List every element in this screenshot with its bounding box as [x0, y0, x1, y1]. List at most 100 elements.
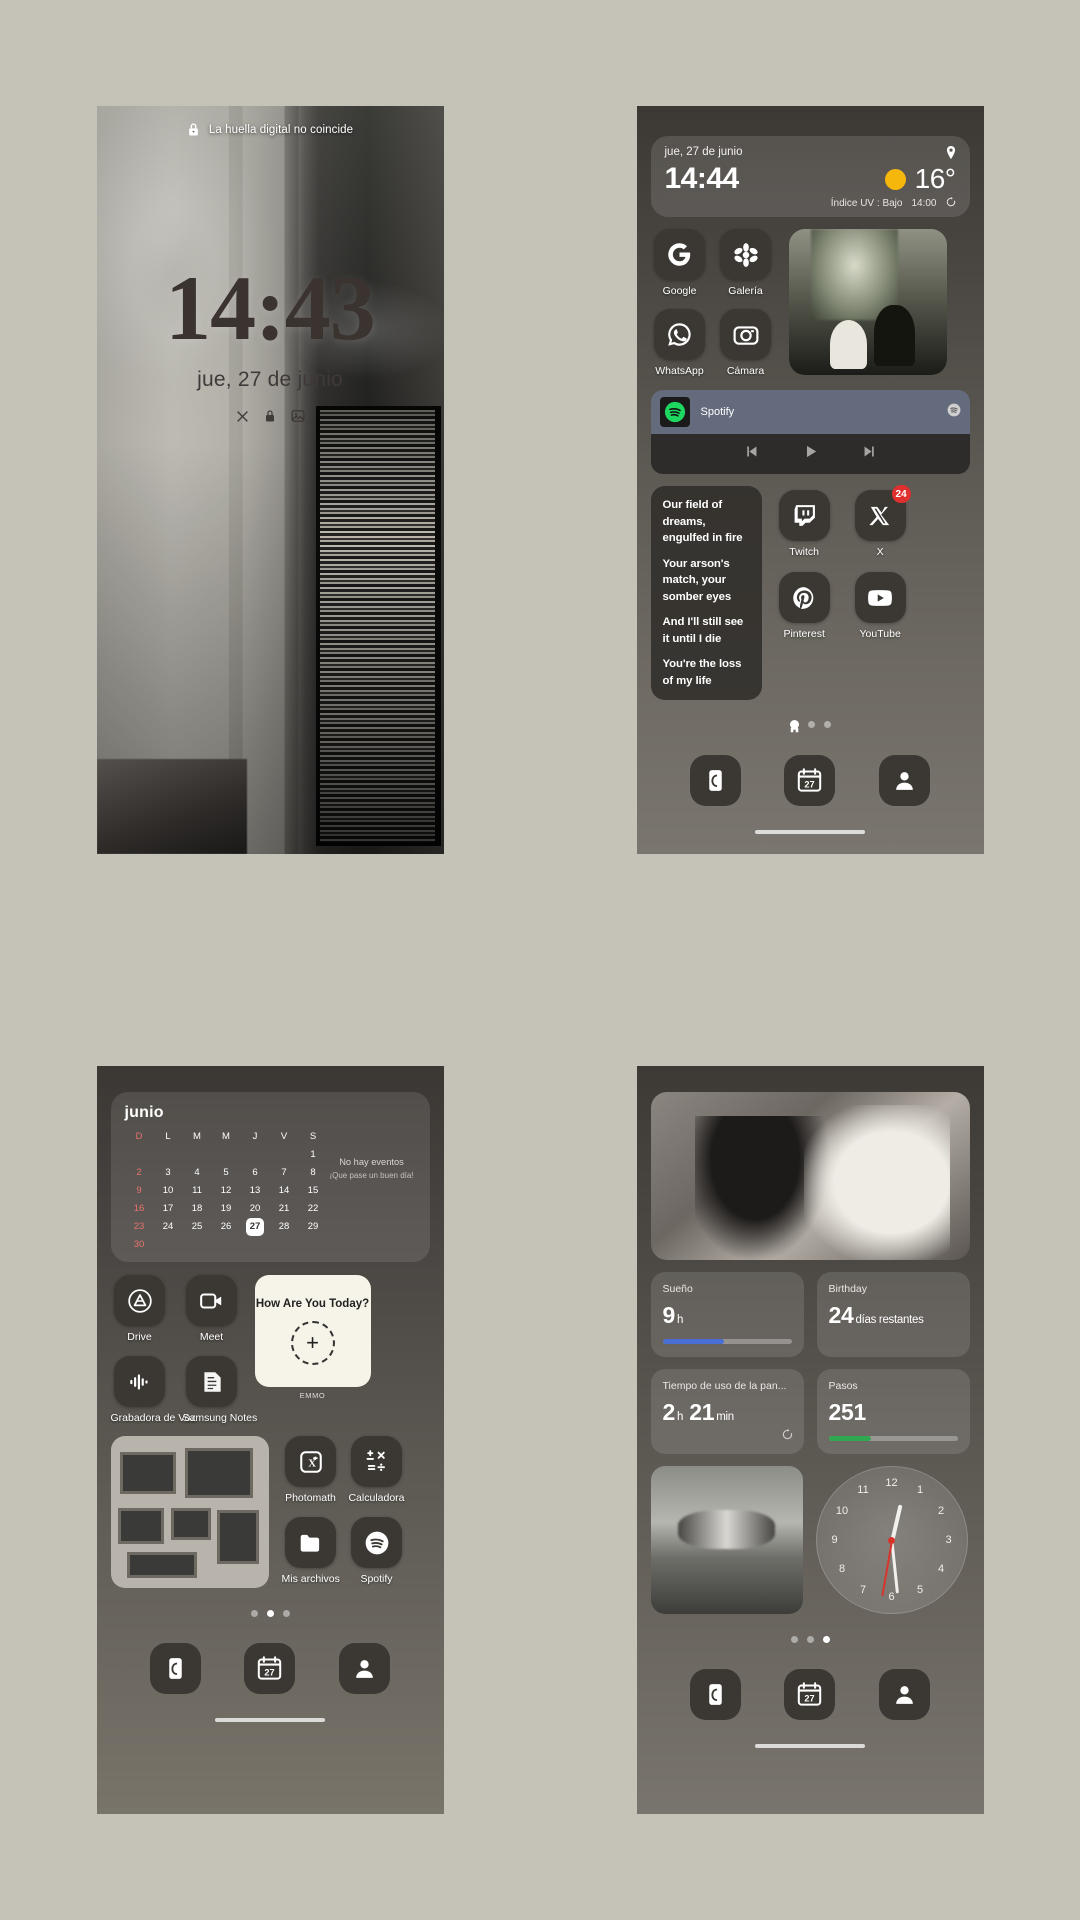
app-photomath[interactable]: X Photomath — [282, 1436, 340, 1504]
clock-number: 10 — [835, 1504, 849, 1517]
home-gesture-pill[interactable] — [755, 830, 865, 835]
widget-unit: h — [677, 1411, 684, 1423]
app-mis-archivos[interactable]: Mis archivos — [282, 1517, 340, 1585]
home-gesture-pill[interactable] — [215, 1718, 325, 1723]
steps-widget[interactable]: Pasos 251 — [816, 1369, 970, 1454]
spotify-icon[interactable] — [351, 1517, 402, 1569]
camera-icon[interactable] — [720, 309, 771, 360]
contacts-icon[interactable] — [338, 1643, 390, 1695]
app-meet[interactable]: Meet — [183, 1275, 241, 1343]
page-dot-home[interactable] — [789, 720, 799, 733]
birthday-widget[interactable]: Birthday 24 días restantes — [816, 1272, 970, 1357]
page-indicator[interactable] — [651, 720, 970, 733]
x-icon[interactable] — [236, 410, 249, 423]
app-spotify[interactable]: Spotify — [348, 1517, 406, 1585]
youtube-icon[interactable] — [854, 572, 906, 623]
app-youtube[interactable]: YouTube — [851, 572, 909, 640]
folder-icon[interactable] — [285, 1517, 336, 1569]
phone-icon[interactable] — [690, 1669, 742, 1720]
app-google[interactable]: Google — [651, 229, 709, 297]
lockscreen-shortcuts[interactable] — [97, 409, 444, 423]
calendar-27-icon[interactable]: 27 — [784, 1669, 836, 1720]
page-dot-3[interactable] — [823, 721, 831, 729]
lyric-line: You're the loss of my life — [662, 658, 742, 687]
calendar-27-icon[interactable]: 27 — [244, 1643, 296, 1695]
navigation-bar[interactable] — [111, 1718, 430, 1723]
contacts-icon[interactable] — [878, 1669, 930, 1720]
app-samsung-notes[interactable]: Samsung Notes — [183, 1356, 257, 1424]
notification-badge: 24 — [891, 485, 911, 503]
navigation-bar[interactable] — [651, 1744, 970, 1748]
stats-row-1: Sueño 9h Birthday 24 días restantes — [650, 1272, 970, 1357]
calculator-icon[interactable] — [351, 1436, 402, 1488]
page-dot-3[interactable] — [822, 1636, 830, 1643]
lyric-line: Our field of dreams, engulfed in fire — [662, 499, 743, 545]
calendar-day: 3 — [165, 1167, 171, 1178]
lyrics-widget[interactable]: Our field of dreams, engulfed in fire Yo… — [650, 486, 763, 701]
previous-icon[interactable] — [743, 443, 760, 465]
wallpaper-papers — [315, 406, 441, 846]
widget-title: Sueño — [662, 1283, 693, 1295]
page-dot-3[interactable] — [282, 1610, 290, 1618]
play-icon[interactable] — [802, 443, 819, 465]
phone-icon[interactable] — [690, 755, 742, 807]
drive-icon[interactable] — [114, 1275, 165, 1326]
twitch-icon[interactable] — [778, 490, 830, 541]
page-indicator[interactable] — [651, 1636, 970, 1643]
page-indicator[interactable] — [111, 1610, 430, 1618]
app-grabadora[interactable]: Grabadora de Voz — [111, 1356, 196, 1424]
navigation-bar[interactable] — [651, 830, 970, 835]
home1-screen: jue, 27 de junio 14:44 16° Índice UV: B… — [636, 106, 984, 854]
clock-number: 2 — [937, 1504, 945, 1517]
pinterest-icon[interactable] — [778, 572, 830, 623]
cats-photo-widget[interactable] — [788, 229, 947, 375]
voice-recorder-icon[interactable] — [114, 1356, 165, 1407]
app-galeria[interactable]: Galería — [717, 229, 775, 297]
gallery-flower-icon[interactable] — [720, 229, 771, 280]
lyric-line: And I'll still see it until I die — [662, 616, 744, 645]
x-icon[interactable]: 24 — [854, 485, 911, 541]
weather-clock-widget[interactable]: jue, 27 de junio 14:44 16° Índice UV: B… — [650, 136, 970, 217]
spotify-player-widget[interactable]: Spotify — [650, 390, 970, 474]
illustration-photo-widget[interactable] — [650, 1092, 970, 1260]
phone-icon[interactable] — [150, 1643, 202, 1695]
page-dot-1[interactable] — [250, 1610, 258, 1618]
lock-icon[interactable] — [264, 409, 276, 423]
app-whatsapp[interactable]: WhatsApp — [651, 309, 709, 377]
screen-time-widget[interactable]: Tiempo de uso de la pan... 2h 21 min — [650, 1369, 804, 1454]
widget-title: Tiempo de uso de la pan... — [662, 1380, 787, 1392]
home-gesture-pill[interactable] — [755, 1744, 865, 1748]
meet-icon[interactable] — [186, 1275, 237, 1326]
page-dot-1[interactable] — [790, 1636, 798, 1643]
photomath-icon[interactable]: X — [285, 1436, 336, 1488]
hands-photo-widget[interactable] — [650, 1466, 803, 1614]
gallery-photo-widget[interactable] — [110, 1436, 269, 1589]
gallery-icon[interactable] — [291, 409, 305, 423]
plus-icon[interactable]: + — [290, 1320, 335, 1365]
analog-clock-widget[interactable]: 12 1 2 3 4 5 6 7 8 9 10 11 — [815, 1466, 968, 1614]
app-camara[interactable]: Cámara — [717, 309, 775, 377]
sleep-widget[interactable]: Sueño 9h — [650, 1272, 804, 1357]
refresh-icon[interactable] — [782, 1427, 793, 1445]
app-twitch[interactable]: Twitch — [775, 490, 833, 558]
page-dot-2[interactable] — [266, 1610, 274, 1618]
whatsapp-icon[interactable] — [654, 309, 705, 360]
location-pin-icon — [946, 146, 956, 164]
mood-widget[interactable]: How Are You Today? + — [254, 1275, 371, 1387]
samsung-notes-icon[interactable] — [186, 1356, 237, 1407]
app-drive[interactable]: Drive — [111, 1275, 169, 1343]
app-x[interactable]: 24 X — [851, 485, 911, 558]
page-dot-2[interactable] — [807, 721, 815, 729]
next-icon[interactable] — [861, 443, 878, 465]
page-dot-2[interactable] — [806, 1636, 814, 1643]
app-label: Drive — [127, 1331, 152, 1343]
app-calculadora[interactable]: Calculadora — [348, 1436, 406, 1504]
calendar-27-icon[interactable]: 27 — [784, 755, 836, 807]
app-pinterest[interactable]: Pinterest — [775, 572, 833, 640]
refresh-icon[interactable] — [946, 197, 956, 210]
google-icon[interactable] — [654, 229, 705, 280]
calendar-widget[interactable]: junio D L M M J V S 1 2 3 4 5 6 7 8 9 10… — [110, 1092, 430, 1262]
weekday-header: L — [165, 1131, 171, 1142]
contacts-icon[interactable] — [878, 755, 930, 807]
calendar-day: 18 — [191, 1203, 203, 1214]
